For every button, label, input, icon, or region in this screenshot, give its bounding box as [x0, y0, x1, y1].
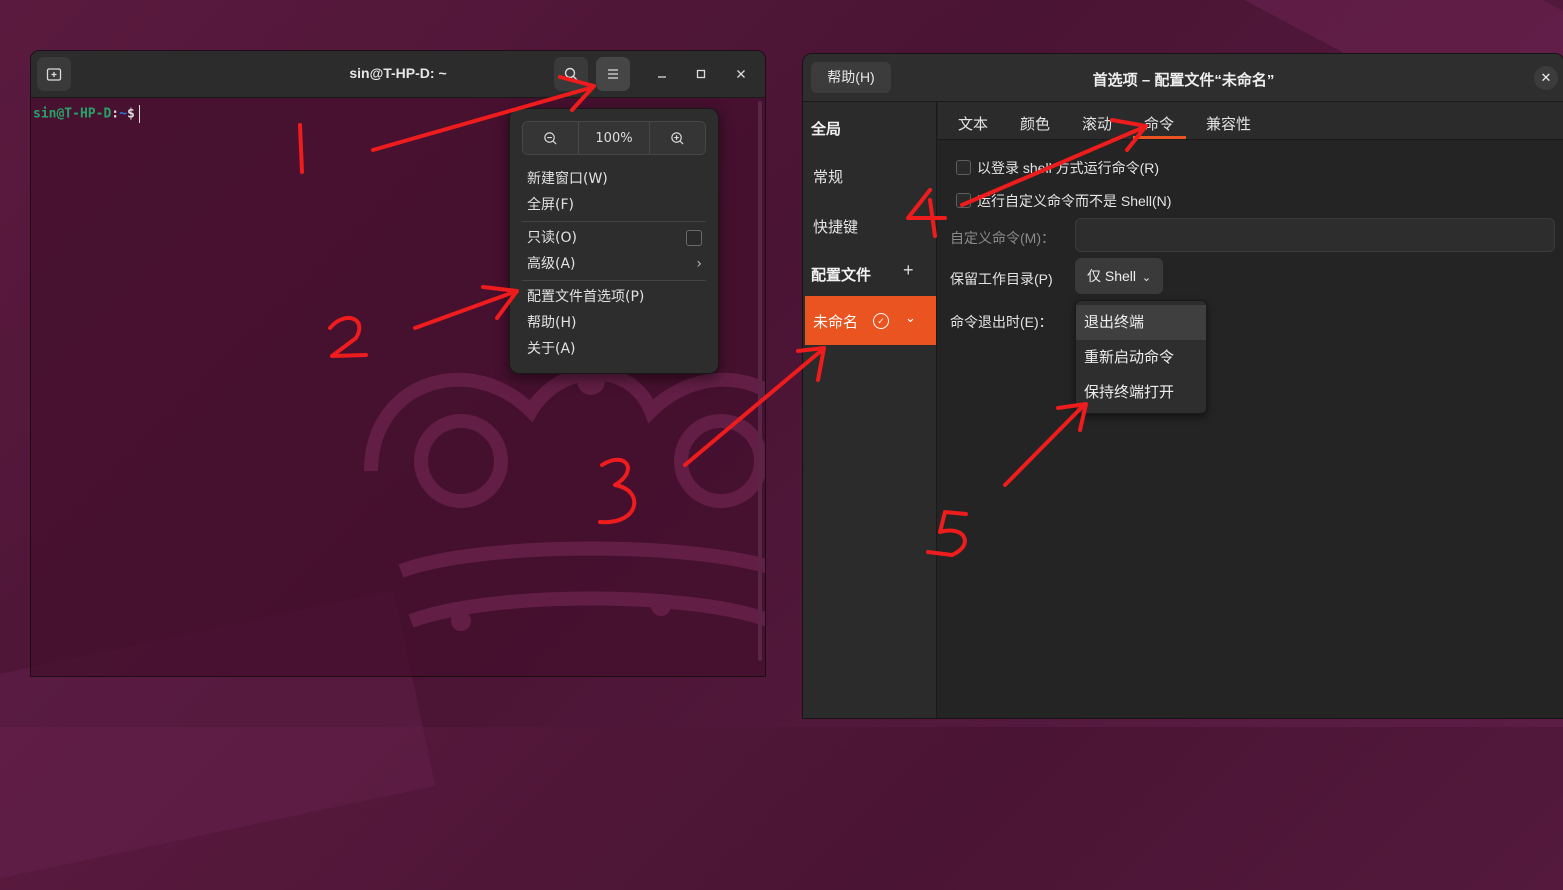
menu-item-fullscreen[interactable]: 全屏(F) [527, 194, 704, 216]
sidebar-header-global: 全局 [811, 121, 842, 138]
custom-command-label: 自定义命令(M)： [950, 230, 1055, 246]
prompt-symbol: $ [126, 106, 135, 122]
tab-text[interactable]: 文本 [958, 113, 988, 134]
profile-name: 未命名 [813, 314, 859, 331]
chevron-right-icon: › [696, 256, 702, 272]
menu-item-advanced[interactable]: 高级(A) › [527, 253, 704, 275]
minimize-button[interactable] [651, 63, 673, 85]
close-button[interactable] [730, 63, 752, 85]
profile-tabs: 文本 颜色 滚动 命令 兼容性 [938, 102, 1563, 140]
tab-compatibility[interactable]: 兼容性 [1206, 113, 1251, 134]
prompt-path: ~ [119, 106, 127, 122]
menu-item-readonly[interactable]: 只读(O) [527, 227, 704, 249]
maximize-button[interactable] [690, 63, 712, 85]
prompt-user: sin@T-HP-D [33, 106, 112, 122]
sidebar-item-shortcuts[interactable]: 快捷键 [813, 216, 858, 237]
command-tab-content: 以登录 shell 方式运行命令(R) 运行自定义命令而不是 Shell(N) … [938, 140, 1563, 718]
preserve-dir-label: 保留工作目录(P) [950, 271, 1053, 287]
text-cursor [138, 105, 140, 123]
maximize-icon [696, 69, 706, 79]
zoom-level[interactable]: 100% [577, 122, 650, 154]
custom-command-option[interactable]: 运行自定义命令而不是 Shell(N) [956, 191, 1171, 211]
menu-divider [522, 280, 706, 281]
default-check-icon: ✓ [873, 313, 889, 329]
terminal-prompt[interactable]: sin@T-HP-D:~$ [33, 105, 140, 123]
tab-command[interactable]: 命令 [1144, 113, 1174, 134]
active-tab-indicator [1133, 136, 1186, 139]
chevron-down-icon[interactable]: ⌄ [905, 310, 916, 326]
zoom-controls: 100% [522, 121, 706, 155]
close-icon[interactable]: ✕ [1534, 66, 1558, 90]
search-icon [564, 67, 578, 81]
tab-scrolling[interactable]: 滚动 [1082, 113, 1112, 134]
menu-divider [522, 221, 706, 222]
sidebar-item-profile[interactable]: 未命名 ✓ ⌄ [805, 296, 936, 345]
zoom-in-button[interactable] [649, 122, 705, 154]
menu-item-profile-preferences[interactable]: 配置文件首选项(P) [527, 286, 704, 308]
hamburger-menu-button[interactable] [596, 57, 630, 91]
custom-command-checkbox[interactable] [956, 193, 971, 208]
custom-command-check-label: 运行自定义命令而不是 Shell(N) [977, 193, 1172, 209]
on-exit-option-restart[interactable]: 重新启动命令 [1076, 340, 1206, 375]
preserve-dir-dropdown[interactable]: 仅 Shell ⌄ [1075, 258, 1163, 294]
zoom-out-button[interactable] [523, 122, 578, 154]
sidebar-item-general[interactable]: 常规 [813, 166, 843, 187]
zoom-out-icon [544, 131, 557, 145]
custom-command-input[interactable] [1075, 218, 1555, 252]
minimize-icon [658, 76, 666, 78]
preserve-dir-value: 仅 Shell [1087, 268, 1137, 284]
readonly-checkbox[interactable] [686, 230, 702, 246]
close-icon [737, 70, 745, 78]
on-exit-dropdown-list: 退出终端 重新启动命令 保持终端打开 [1075, 300, 1207, 414]
terminal-menu-popover: 100% 新建窗口(W) 全屏(F) 只读(O) 高级(A) › 配置文件首选项… [509, 108, 719, 374]
menu-item-help[interactable]: 帮助(H) [527, 312, 704, 334]
preferences-sidebar: 全局 常规 快捷键 配置文件 + 未命名 ✓ ⌄ [803, 102, 937, 718]
zoom-in-icon [671, 131, 684, 145]
terminal-header: sin@T-HP-D: ~ [31, 51, 765, 98]
preferences-header: 帮助(H) 首选项 – 配置文件“未命名” ✕ [803, 54, 1563, 102]
preferences-title: 首选项 – 配置文件“未命名” [1092, 72, 1275, 89]
hamburger-icon [608, 69, 618, 79]
preferences-window: 帮助(H) 首选项 – 配置文件“未命名” ✕ 全局 常规 快捷键 配置文件 +… [802, 53, 1563, 719]
login-shell-checkbox[interactable] [956, 160, 971, 175]
search-button[interactable] [554, 57, 588, 91]
on-exit-option-exit[interactable]: 退出终端 [1076, 305, 1206, 340]
sidebar-header-profiles: 配置文件 [811, 267, 872, 284]
menu-item-about[interactable]: 关于(A) [527, 338, 704, 360]
terminal-scrollbar[interactable] [758, 101, 762, 661]
login-shell-option[interactable]: 以登录 shell 方式运行命令(R) [956, 158, 1159, 178]
menu-item-label: 高级(A) [527, 256, 576, 272]
on-exit-option-hold[interactable]: 保持终端打开 [1076, 375, 1206, 410]
menu-item-new-window[interactable]: 新建窗口(W) [527, 168, 704, 190]
add-profile-icon[interactable]: + [903, 260, 914, 281]
on-exit-label: 命令退出时(E)： [950, 314, 1053, 330]
prompt-separator: : [111, 106, 120, 122]
menu-item-label: 只读(O) [527, 230, 577, 246]
chevron-down-icon: ⌄ [1141, 272, 1152, 284]
tab-colors[interactable]: 颜色 [1020, 113, 1050, 134]
login-shell-label: 以登录 shell 方式运行命令(R) [977, 160, 1160, 176]
